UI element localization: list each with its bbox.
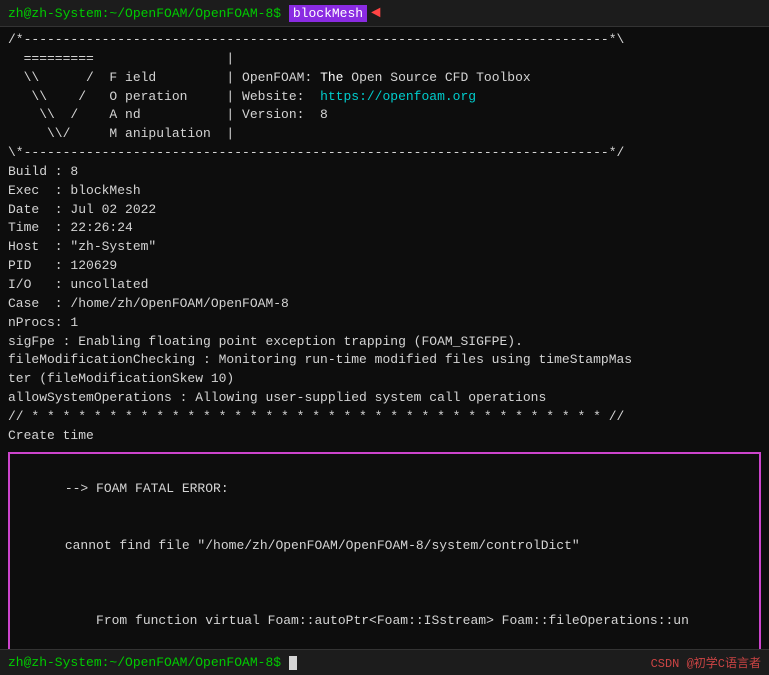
separator-line-top: /*--------------------------------------… bbox=[8, 31, 761, 50]
stars-line: // * * * * * * * * * * * * * * * * * * *… bbox=[8, 408, 761, 427]
info-block: Build : 8 Exec : blockMesh Date : Jul 02… bbox=[8, 163, 761, 333]
top-prompt: zh@zh-System:~/OpenFOAM/OpenFOAM-8$ bloc… bbox=[8, 6, 367, 21]
bottom-prompt-area: zh@zh-System:~/OpenFOAM/OpenFOAM-8$ bbox=[8, 655, 297, 670]
filemod-line2: ter (fileModificationSkew 10) bbox=[8, 370, 761, 389]
cursor bbox=[289, 656, 297, 670]
create-time: Create time bbox=[8, 427, 761, 446]
bottom-prompt: zh@zh-System:~/OpenFOAM/OpenFOAM-8$ bbox=[8, 655, 281, 670]
error-line1: --> FOAM FATAL ERROR: bbox=[65, 481, 229, 496]
error-line4: From function virtual Foam::autoPtr<Foam… bbox=[65, 613, 689, 628]
separator-line-bot: \*--------------------------------------… bbox=[8, 144, 761, 163]
watermark: CSDN @初学C语言者 bbox=[651, 654, 761, 671]
command-highlight: blockMesh bbox=[289, 5, 367, 22]
content-area: /*--------------------------------------… bbox=[0, 27, 769, 649]
sigfpe-line: sigFpe : Enabling floating point excepti… bbox=[8, 333, 761, 352]
terminal-window: zh@zh-System:~/OpenFOAM/OpenFOAM-8$ bloc… bbox=[0, 0, 769, 675]
filemod-line: fileModificationChecking : Monitoring ru… bbox=[8, 351, 761, 370]
arrow-icon: ◄ bbox=[371, 4, 381, 22]
top-bar: zh@zh-System:~/OpenFOAM/OpenFOAM-8$ bloc… bbox=[0, 0, 769, 27]
prompt-text: zh@zh-System:~/OpenFOAM/OpenFOAM-8$ bbox=[8, 6, 281, 21]
allow-line: allowSystemOperations : Allowing user-su… bbox=[8, 389, 761, 408]
bottom-bar: zh@zh-System:~/OpenFOAM/OpenFOAM-8$ CSDN… bbox=[0, 649, 769, 675]
foam-art: ========= | \\ / F ield | OpenFOAM: The … bbox=[8, 50, 761, 144]
error-box: --> FOAM FATAL ERROR: cannot find file "… bbox=[8, 452, 761, 649]
error-line2: cannot find file "/home/zh/OpenFOAM/Open… bbox=[65, 538, 580, 553]
